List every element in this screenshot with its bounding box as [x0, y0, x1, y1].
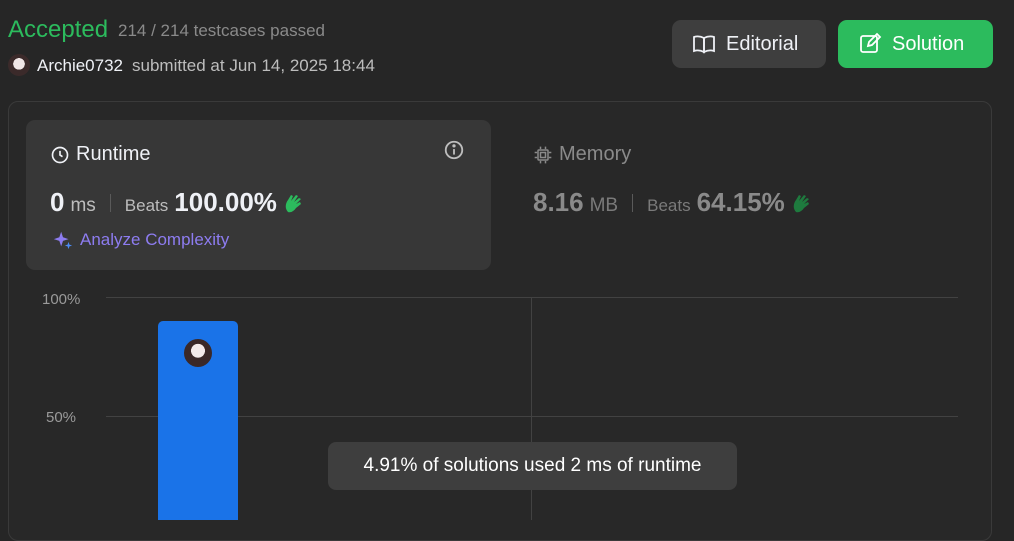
- chart-tooltip: 4.91% of solutions used 2 ms of runtime: [328, 442, 737, 490]
- runtime-distribution-chart: 100% 50% 4.91% of solutions used 2 ms of…: [0, 0, 1014, 520]
- y-tick-label: 50%: [46, 409, 77, 426]
- y-tick-label: 100%: [42, 291, 81, 308]
- gridline-100: [106, 297, 958, 298]
- avatar: [182, 337, 214, 369]
